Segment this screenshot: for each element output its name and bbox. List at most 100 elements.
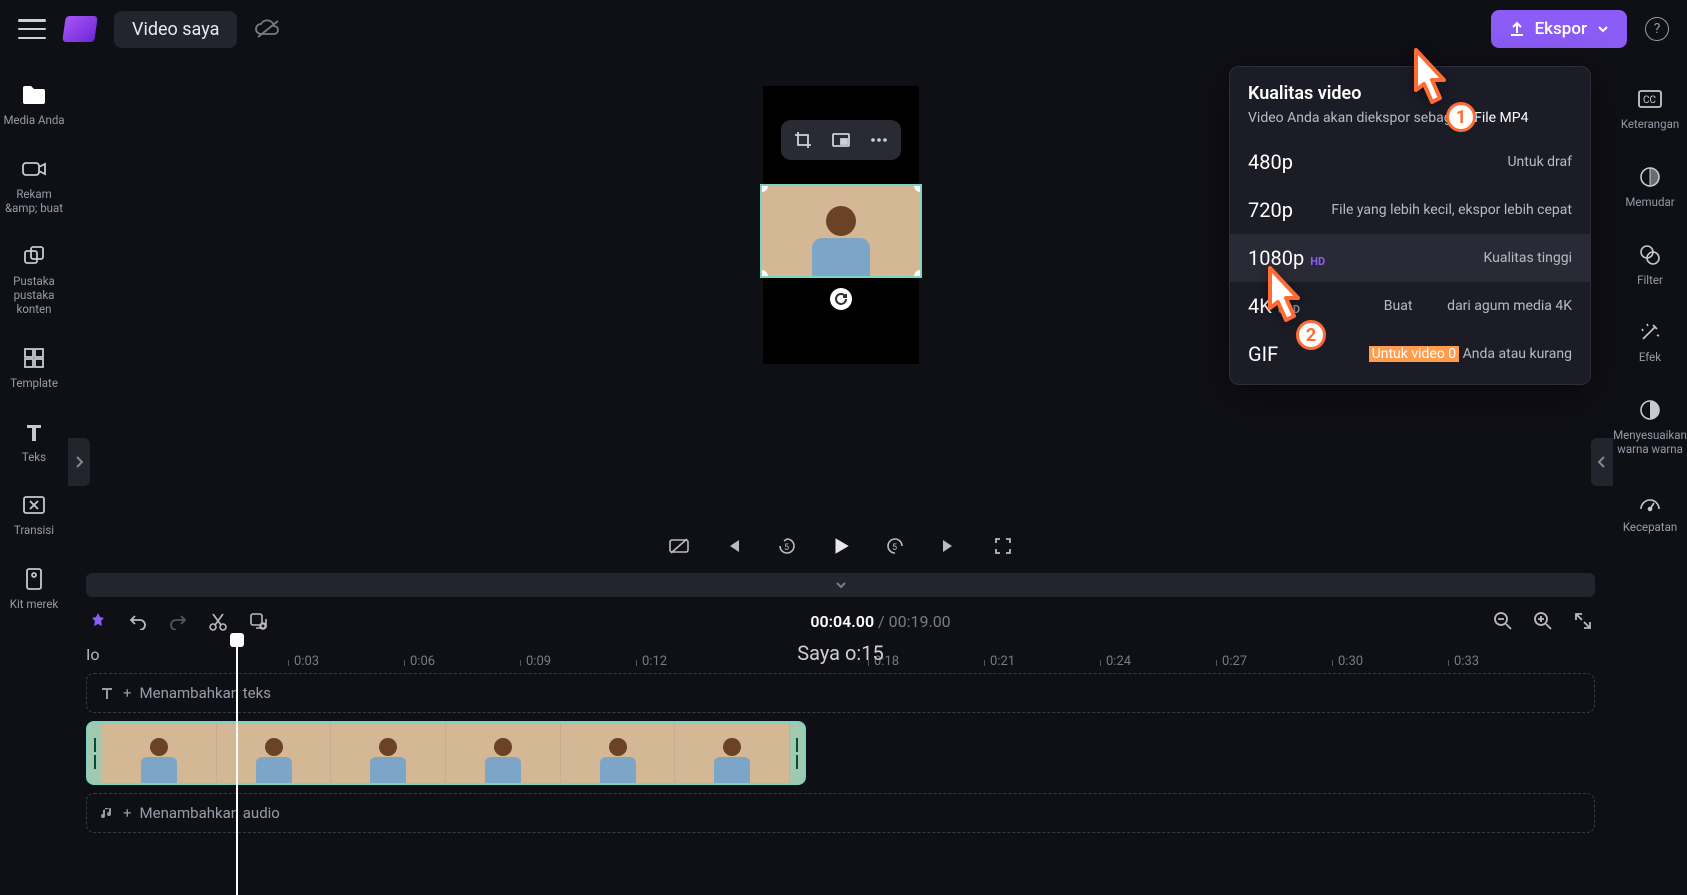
resize-handle[interactable] [914,270,922,278]
mute-button[interactable] [666,533,692,559]
ruler-zero: Io [86,645,176,664]
right-sidebar: CC Keterangan Memudar Filter Efek Menyes… [1613,58,1687,851]
sidebar-label: Transisi [14,524,54,538]
export-button[interactable]: Ekspor [1491,10,1627,48]
quality-option-480p[interactable]: 480p Untuk draf [1230,138,1590,186]
collapse-right-panel[interactable] [1591,438,1613,486]
video-track[interactable] [86,721,1595,785]
expand-left-panel[interactable] [68,438,90,486]
sidebar-item-library[interactable]: Pustaka pustaka konten [0,243,68,316]
person-thumbnail [812,206,870,276]
refresh-icon[interactable] [830,288,852,310]
play-button[interactable] [828,533,854,559]
undo-button[interactable] [126,609,150,633]
resize-handle[interactable] [760,184,768,192]
brand-icon [21,566,47,592]
resize-handle[interactable] [914,184,922,192]
chevron-down-icon [1597,23,1609,35]
resize-handle[interactable] [760,270,768,278]
quality-desc: Buat dari agum media 4K [1384,298,1572,314]
fullscreen-button[interactable] [990,533,1016,559]
track-label: Menambahkan teks [140,684,271,702]
plus-icon: + [123,684,132,702]
sidebar-item-color[interactable]: Menyesuaikan warna warna [1613,397,1687,457]
more-button[interactable] [867,128,891,152]
sidebar-item-caption[interactable]: CC Keterangan [1621,86,1679,132]
timeline-ruler[interactable]: Io 0:03 0:06 0:09 0:12 0:18 0:21 0:24 0:… [68,639,1613,673]
svg-text:CC: CC [1643,95,1657,106]
timeline-toolbar: 00:04.00 / 00:19.00 [68,603,1613,639]
uhd-badge: UHD [1278,303,1300,316]
library-icon [21,243,47,269]
help-button[interactable]: ? [1645,17,1669,41]
timecode: 00:04.00 / 00:19.00 [810,612,950,631]
sidebar-label: Filter [1637,274,1663,288]
pip-button[interactable] [829,128,853,152]
menu-button[interactable] [18,19,46,39]
sidebar-item-media[interactable]: Media Anda [3,82,64,128]
ai-button[interactable] [86,609,110,633]
panel-title: Kualitas video [1248,83,1572,104]
forward-5-button[interactable]: 5 [882,533,908,559]
ruler-tick: 0:24 [1106,654,1131,669]
fit-button[interactable] [1571,609,1595,633]
sidebar-item-effect[interactable]: Efek [1637,319,1663,365]
music-icon [99,805,115,821]
sidebar-item-fade[interactable]: Memudar [1625,164,1674,210]
sidebar-item-text[interactable]: Teks [21,419,47,465]
text-track-add[interactable]: + Menambahkan teks [86,673,1595,713]
ruler-tick: 0:06 [410,654,435,669]
clip-trim-left[interactable] [88,723,102,783]
sidebar-label: Keterangan [1621,118,1679,132]
plus-icon: + [123,804,132,822]
redo-button[interactable] [166,609,190,633]
video-clip[interactable] [86,721,806,785]
sidebar-item-speed[interactable]: Kecepatan [1623,489,1677,535]
ruler-tick: 0:33 [1454,654,1479,669]
ruler-tick: 0:30 [1338,654,1363,669]
selected-clip[interactable] [760,184,922,278]
export-quality-panel: Kualitas video Video Anda akan diekspor … [1229,66,1591,385]
app-logo-icon [62,16,98,42]
panel-subtitle: Video Anda akan diekspor sebagai [1248,110,1463,126]
zoom-out-button[interactable] [1491,609,1515,633]
cloud-off-icon[interactable] [255,19,281,39]
split-button[interactable] [206,609,230,633]
duplicate-button[interactable] [246,609,270,633]
sidebar-item-filter[interactable]: Filter [1637,242,1663,288]
quality-option-gif[interactable]: GIF Untuk video 0 Anda atau kurang [1230,330,1590,378]
track-label: Menambahkan audio [140,804,280,822]
crop-button[interactable] [791,128,815,152]
collapse-timeline[interactable] [86,573,1595,597]
quality-option-1080p[interactable]: 1080pHD Kualitas tinggi [1230,234,1590,282]
zoom-in-button[interactable] [1531,609,1555,633]
filter-icon [1637,242,1663,268]
sidebar-label: Menyesuaikan warna warna [1613,429,1687,457]
sidebar-item-template[interactable]: Template [10,345,58,391]
quality-option-4k[interactable]: 4KUHD Buat dari agum media 4K [1230,282,1590,330]
sidebar-item-transition[interactable]: Transisi [14,492,54,538]
quality-desc: Kualitas tinggi [1483,250,1572,266]
rewind-5-button[interactable]: 5 [774,533,800,559]
quality-label: 480p [1248,150,1293,174]
sidebar-label: Memudar [1625,196,1674,210]
skip-end-button[interactable] [936,533,962,559]
quality-option-720p[interactable]: 720p File yang lebih kecil, ekspor lebih… [1230,186,1590,234]
speedometer-icon [1637,489,1663,515]
sidebar-item-brand[interactable]: Kit merek [10,566,59,612]
export-label: Ekspor [1535,19,1587,39]
playhead[interactable] [236,635,238,895]
sidebar-label: Rekam &amp; buat [0,188,68,216]
fade-icon [1637,164,1663,190]
clip-trim-right[interactable] [790,723,804,783]
sidebar-item-record[interactable]: Rekam &amp; buat [0,156,68,216]
audio-track-add[interactable]: + Menambahkan audio [86,793,1595,833]
sidebar-label: Efek [1639,351,1661,365]
project-title[interactable]: Video saya [114,11,237,48]
skip-start-button[interactable] [720,533,746,559]
hd-badge: HD [1310,255,1325,268]
quality-desc: Untuk draf [1507,154,1572,170]
clip-toolbar [781,120,901,160]
template-icon [21,345,47,371]
quality-desc: Untuk video 0 Anda atau kurang [1369,346,1572,362]
